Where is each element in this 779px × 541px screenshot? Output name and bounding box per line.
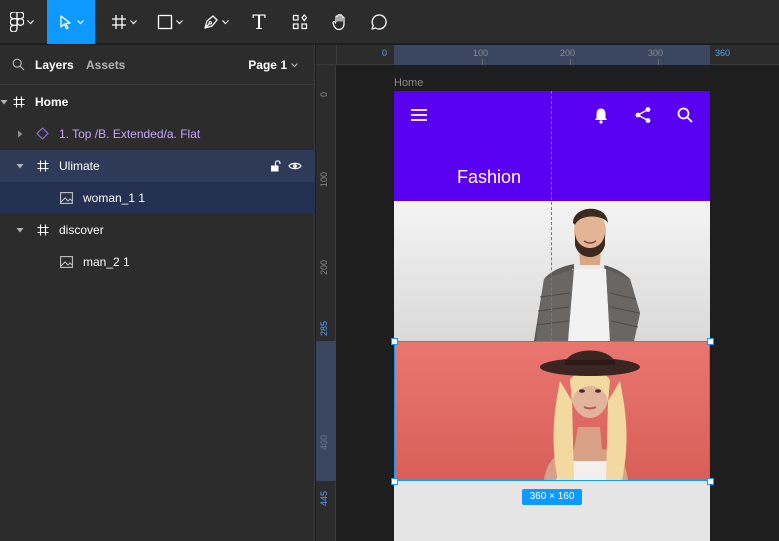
layers-panel: Layers Assets Page 1 Home 1. Top /B. Ext…	[0, 45, 315, 541]
layer-label: woman_1 1	[83, 191, 146, 205]
comment-icon	[371, 14, 387, 30]
ruler-top-label: 0	[382, 48, 388, 58]
layer-row-woman-image[interactable]: woman_1 1	[0, 182, 315, 214]
text-tool-button[interactable]: T	[244, 0, 274, 44]
page-select[interactable]: Page 1	[248, 58, 298, 72]
app-bar[interactable]: Fashion	[394, 91, 710, 201]
hamburger-menu-icon[interactable]	[410, 108, 428, 122]
page-select-label: Page 1	[248, 58, 287, 72]
resize-handle-top-left[interactable]	[391, 338, 398, 345]
pen-icon	[204, 15, 218, 29]
resize-handle-top-right[interactable]	[707, 338, 714, 345]
search-icon[interactable]	[677, 107, 693, 123]
ruler-corner	[316, 45, 337, 65]
ruler-left-label: 400	[319, 434, 329, 450]
layer-row-discover[interactable]: discover	[0, 214, 315, 246]
bell-icon[interactable]	[593, 107, 609, 124]
cursor-arrow-icon	[60, 15, 71, 30]
ruler-left: 0 100 200 285 400 445	[316, 45, 336, 541]
main-menu-button[interactable]	[0, 0, 44, 44]
ruler-top-label: 300	[648, 48, 664, 58]
layer-label: discover	[59, 223, 104, 237]
ruler-top: 0 100 200 300 360	[316, 45, 779, 65]
frame-icon	[37, 224, 49, 236]
shape-tool-button[interactable]	[150, 0, 190, 44]
discover-frame[interactable]	[394, 201, 710, 341]
ruler-selection-range	[316, 341, 336, 481]
chevron-down-icon	[176, 19, 183, 24]
frame-icon	[37, 160, 49, 172]
chevron-down-icon	[222, 19, 229, 24]
resize-handle-bottom-left[interactable]	[391, 478, 398, 485]
image-icon	[60, 192, 73, 204]
frame-label[interactable]: Home	[394, 77, 423, 89]
measure-guide	[551, 91, 552, 341]
rectangle-icon	[157, 14, 173, 30]
ruler-left-label: 100	[319, 171, 329, 187]
frame-tool-button[interactable]	[104, 0, 144, 44]
text-icon: T	[252, 10, 266, 34]
share-icon[interactable]	[634, 106, 652, 124]
ruler-left-label: 285	[319, 320, 329, 336]
figma-logo-icon	[10, 12, 24, 32]
layer-label: Home	[35, 95, 69, 109]
ruler-top-label: 200	[560, 48, 576, 58]
hand-tool-button[interactable]	[325, 0, 355, 44]
search-icon[interactable]	[12, 58, 25, 71]
layer-row-component[interactable]: 1. Top /B. Extended/a. Flat	[0, 118, 315, 150]
chevron-down-icon	[77, 19, 84, 24]
caret-down-icon[interactable]	[16, 226, 24, 234]
chevron-down-icon	[27, 19, 34, 24]
ruler-left-label: 445	[319, 490, 329, 506]
selection-size-badge: 360 × 160	[522, 489, 582, 505]
eye-icon[interactable]	[288, 160, 302, 172]
ruler-top-label: 360	[715, 48, 731, 58]
resize-handle-bottom-right[interactable]	[707, 478, 714, 485]
toolbar: T	[0, 0, 779, 44]
layer-row-man-image[interactable]: man_2 1	[0, 246, 315, 278]
ruler-left-label: 200	[319, 259, 329, 275]
man-photo	[534, 208, 640, 341]
caret-down-icon[interactable]	[16, 162, 24, 170]
caret-right-icon[interactable]	[16, 130, 24, 138]
hand-icon	[332, 13, 345, 31]
app-bar-title: Fashion	[457, 167, 522, 187]
layer-label: man_2 1	[83, 255, 130, 269]
move-tool-button[interactable]	[47, 0, 95, 44]
ruler-top-label: 100	[473, 48, 489, 58]
resources-tool-button[interactable]	[285, 0, 315, 44]
panel-tabs: Layers Assets Page 1	[0, 45, 314, 85]
frame-icon	[13, 96, 25, 108]
image-icon	[60, 256, 73, 268]
components-icon	[292, 14, 308, 30]
tab-assets[interactable]: Assets	[86, 58, 125, 72]
ruler-left-label: 0	[319, 91, 329, 97]
chevron-down-icon	[291, 62, 298, 67]
layer-row-ulimate[interactable]: Ulimate	[0, 150, 315, 182]
hash-frame-icon	[112, 15, 126, 29]
selection-box[interactable]	[394, 341, 710, 481]
pen-tool-button[interactable]	[196, 0, 236, 44]
layer-row-home[interactable]: Home	[0, 86, 315, 118]
tab-layers[interactable]: Layers	[35, 58, 74, 72]
layer-label: 1. Top /B. Extended/a. Flat	[59, 127, 201, 141]
layer-label: Ulimate	[59, 159, 100, 173]
comment-tool-button[interactable]	[364, 0, 394, 44]
caret-down-icon[interactable]	[0, 98, 8, 106]
chevron-down-icon	[130, 19, 137, 24]
unlock-icon[interactable]	[270, 160, 281, 172]
component-instance-icon	[36, 127, 49, 140]
